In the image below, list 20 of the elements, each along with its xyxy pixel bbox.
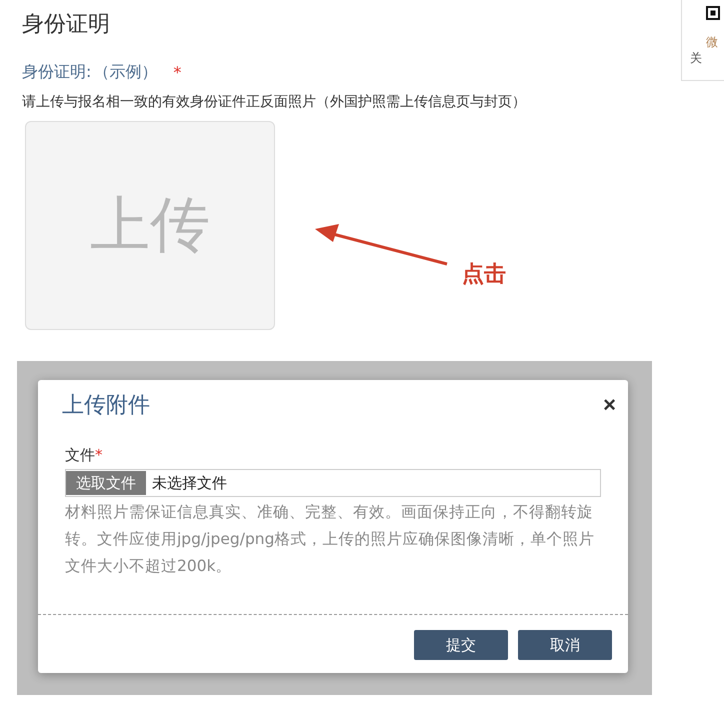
dialog-title: 上传附件	[62, 392, 150, 420]
required-mark: *	[95, 446, 102, 464]
file-status: 未选择文件	[152, 474, 227, 492]
side-text: 关	[690, 50, 702, 66]
qr-code-icon	[706, 6, 720, 20]
file-label: 文件	[65, 446, 95, 464]
close-button[interactable]: ×	[603, 392, 616, 418]
arrow-icon	[313, 224, 449, 266]
help-text: 材料照片需保证信息真实、准确、完整、有效。画面保持正向，不得翻转旋转。文件应使用jpg/jpeg/png格式，上传的照片应确保图像清晰，单个照片文件大小不超过200k。	[65, 502, 596, 577]
submit-button[interactable]: 提交	[414, 630, 508, 660]
cancel-button[interactable]: 取消	[518, 630, 612, 660]
file-input[interactable]: 选取文件 未选择文件	[65, 469, 601, 497]
field-hint: 请上传与报名相一致的有效身份证件正反面照片（外国护照需上传信息页与封页）	[22, 93, 527, 111]
required-mark: *	[173, 63, 182, 82]
choose-file-button[interactable]: 选取文件	[66, 471, 146, 495]
callout-text: 点击	[462, 261, 506, 289]
side-text: 微	[706, 34, 718, 50]
page-title: 身份证明	[22, 11, 111, 39]
field-label: 身份证明:	[22, 62, 92, 83]
example-link[interactable]: （示例）	[93, 62, 158, 83]
